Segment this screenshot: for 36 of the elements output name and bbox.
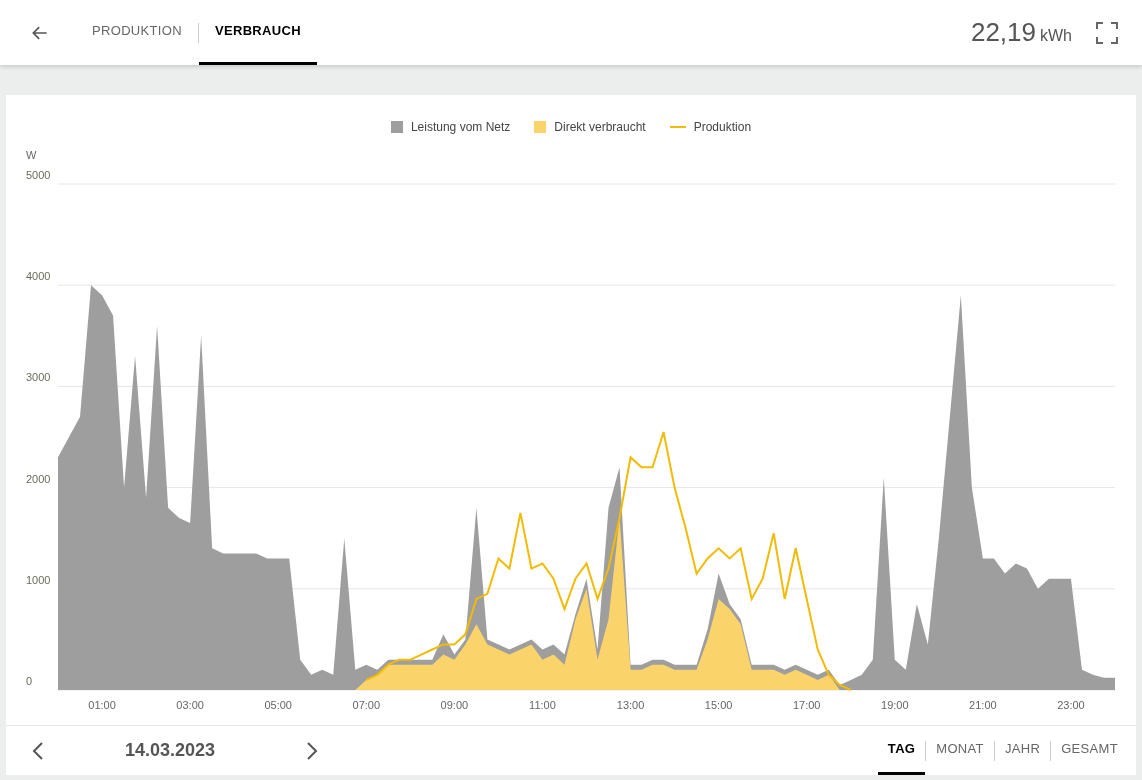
legend-label: Produktion	[693, 118, 752, 136]
axis-label: 17:00	[792, 699, 821, 711]
legend-line-icon	[669, 125, 686, 128]
legend-swatch-icon	[390, 120, 403, 133]
period-tab[interactable]: JAHR	[994, 726, 1051, 775]
axis-label: 1000	[26, 573, 51, 586]
axis-label: 11:00	[529, 699, 556, 711]
fullscreen-icon[interactable]	[1096, 21, 1118, 44]
axis-label: 23:00	[1057, 699, 1085, 711]
axis-label: 19:00	[881, 699, 909, 711]
period-tab[interactable]: GESAMT	[1051, 726, 1128, 775]
total-unit: kWh	[1040, 26, 1072, 46]
tab[interactable]: PRODUKTION	[76, 0, 198, 65]
axis-title: W	[26, 149, 37, 161]
axis-label: 21:00	[969, 699, 997, 711]
axis-label: 03:00	[176, 699, 204, 711]
axis-label: 01:00	[88, 699, 116, 711]
chevron-right-icon	[306, 740, 319, 761]
axis-label: 0	[26, 675, 33, 687]
period-tab[interactable]: MONAT	[926, 726, 994, 775]
axis-label: 5000	[26, 169, 51, 181]
legend-label: Leistung vom Netz	[410, 118, 511, 136]
axis-label: 07:00	[352, 699, 381, 711]
axis-label: 09:00	[440, 699, 469, 711]
axis-label: 13:00	[616, 699, 645, 711]
legend-label: Direkt verbraucht	[554, 118, 646, 136]
axis-label: 05:00	[264, 699, 292, 711]
axis-label: 3000	[26, 371, 51, 384]
chevron-left-icon	[32, 740, 44, 761]
date-label: 14.03.2023	[125, 739, 216, 762]
axis-label: 4000	[26, 270, 51, 283]
legend-swatch-icon	[534, 120, 547, 133]
axis-label: 2000	[26, 472, 51, 485]
total-value: 22,19	[970, 16, 1036, 49]
tab[interactable]: VERBRAUCH	[198, 0, 317, 65]
axis-label: 15:00	[704, 699, 733, 711]
